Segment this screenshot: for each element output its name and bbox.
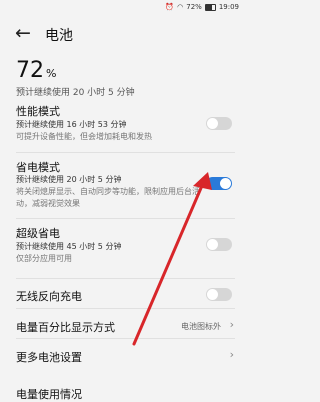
divider [16, 278, 235, 279]
power-saving-mode-row[interactable]: 省电模式 预计继续使用 20 小时 5 分钟 将关闭熄屏显示、自动同步等功能，限… [0, 159, 245, 213]
battery-percentage-display-value: 电池图标外 [181, 322, 221, 331]
divider [16, 338, 235, 339]
status-bar: ⏰ ◠ 72% 19:09 [0, 0, 245, 14]
clock: 19:09 [218, 3, 239, 11]
toggle-knob [207, 289, 218, 300]
performance-mode-toggle[interactable] [206, 117, 232, 130]
performance-mode-desc: 可提升设备性能，但会增加耗电和发热 [16, 132, 152, 141]
battery-level-value: 72 [16, 58, 44, 83]
page-header: ← 电池 [0, 18, 245, 48]
divider [16, 218, 235, 219]
battery-percentage-display-row[interactable]: 电量百分比显示方式 电池图标外 › [0, 313, 245, 337]
super-power-saving-estimate: 预计继续使用 45 小时 5 分钟 [16, 242, 122, 251]
toggle-knob [220, 178, 231, 189]
more-battery-settings-row[interactable]: 更多电池设置 › [0, 343, 245, 367]
super-power-saving-row[interactable]: 超级省电 预计继续使用 45 小时 5 分钟 仅部分应用可用 [0, 225, 245, 267]
wifi-icon: ◠ [177, 2, 184, 11]
performance-mode-row[interactable]: 性能模式 预计继续使用 16 小时 53 分钟 可提升设备性能，但会增加耗电和发… [0, 103, 245, 145]
power-saving-mode-title: 省电模式 [16, 161, 60, 174]
power-saving-mode-toggle[interactable] [206, 177, 232, 190]
chevron-right-icon: › [229, 318, 234, 331]
battery-icon [204, 3, 216, 11]
status-right: ⏰ ◠ 72% 19:09 [165, 3, 239, 11]
battery-percentage-display-label: 电量百分比显示方式 [16, 321, 115, 334]
more-battery-settings-label: 更多电池设置 [16, 351, 82, 364]
power-saving-mode-estimate: 预计继续使用 20 小时 5 分钟 [16, 175, 122, 184]
wireless-reverse-charging-label: 无线反向充电 [16, 290, 82, 303]
divider [16, 308, 235, 309]
divider [16, 152, 235, 153]
wireless-reverse-charging-toggle[interactable] [206, 288, 232, 301]
battery-level-unit: % [46, 67, 57, 80]
alarm-icon: ⏰ [165, 2, 175, 11]
performance-mode-estimate: 预计继续使用 16 小时 53 分钟 [16, 120, 127, 129]
super-power-saving-title: 超级省电 [16, 227, 60, 240]
super-power-saving-toggle[interactable] [206, 238, 232, 251]
back-arrow-icon[interactable]: ← [12, 22, 34, 44]
battery-percent-text: 72% [186, 3, 202, 11]
page-title: 电池 [45, 28, 73, 44]
super-power-saving-desc: 仅部分应用可用 [16, 254, 72, 263]
battery-usage-row[interactable]: 电量使用情况 [0, 380, 245, 401]
wireless-reverse-charging-row[interactable]: 无线反向充电 [0, 282, 245, 306]
toggle-knob [207, 118, 218, 129]
chevron-right-icon: › [229, 348, 234, 361]
performance-mode-title: 性能模式 [16, 105, 60, 118]
toggle-knob [207, 239, 218, 250]
power-saving-mode-desc: 将关闭熄屏显示、自动同步等功能，限制应用后台活动，减弱视觉效果 [16, 187, 200, 208]
remaining-time: 预计继续使用 20 小时 5 分钟 [16, 88, 135, 98]
battery-level: 72% [16, 58, 56, 83]
